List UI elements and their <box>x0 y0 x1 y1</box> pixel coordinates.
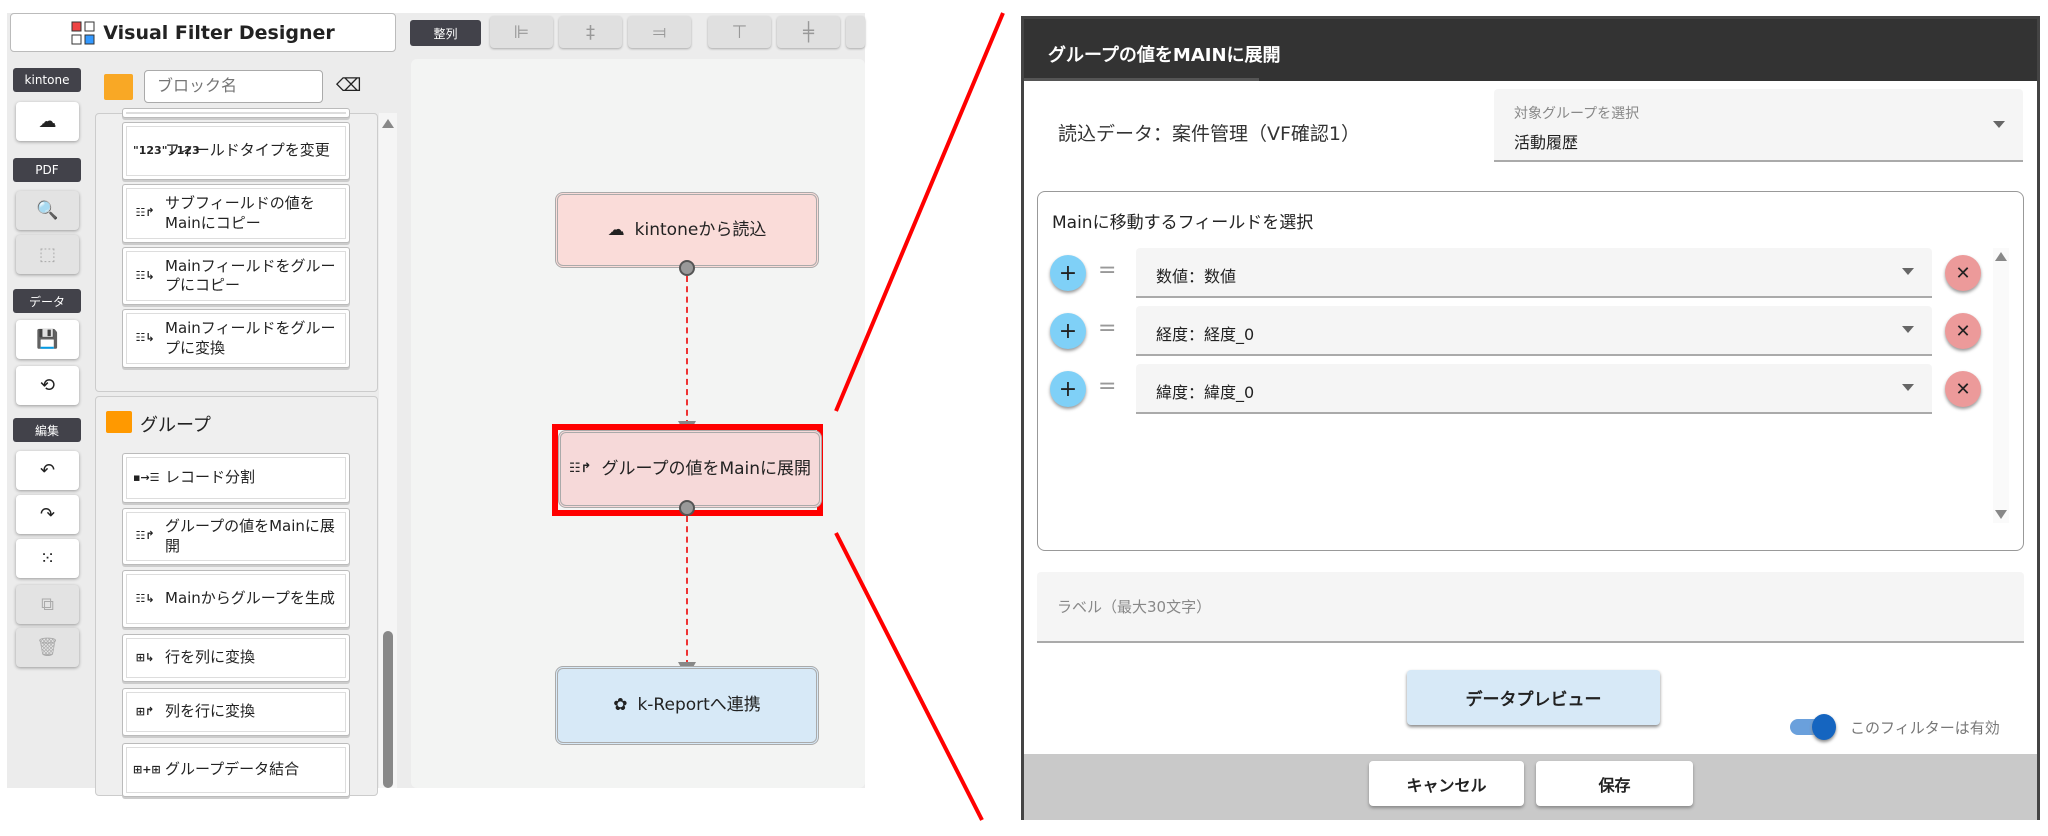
target-group-select[interactable]: 対象グループを選択 活動履歴 <box>1494 89 2023 162</box>
field-select[interactable]: 経度：経度_0 <box>1136 306 1932 356</box>
dropdown-caret-icon <box>1902 326 1914 333</box>
field-select[interactable]: 緯度：緯度_0 <box>1136 364 1932 414</box>
dialog-title: グループの値をMAINに展開 <box>1024 19 2037 81</box>
scroll-up-icon[interactable] <box>1995 252 2007 261</box>
remove-field-button[interactable]: ✕ <box>1945 371 1981 407</box>
dropdown-caret-icon <box>1993 120 2005 128</box>
label-input[interactable]: ラベル（最大30文字） <box>1037 572 2024 643</box>
source-data-label: 読込データ：案件管理（VF確認1） <box>1058 123 1361 145</box>
filter-enabled-toggle[interactable] <box>1790 714 1836 740</box>
fields-title: Mainに移動するフィールドを選択 <box>1052 213 1314 233</box>
fields-scrollbar[interactable] <box>1993 248 2009 523</box>
save-button[interactable]: 保存 <box>1536 761 1693 806</box>
filter-settings-dialog: グループの値をMAINに展開 読込データ：案件管理（VF確認1） 対象グループを… <box>1021 16 2040 820</box>
drag-handle-icon[interactable]: = <box>1098 316 1116 341</box>
field-row: + = 経度：経度_0 ✕ <box>1050 306 1981 356</box>
dropdown-caret-icon <box>1902 384 1914 391</box>
remove-field-button[interactable]: ✕ <box>1945 255 1981 291</box>
field-select[interactable]: 数値：数値 <box>1136 248 1932 298</box>
dialog-footer: キャンセル 保存 <box>1024 754 2037 820</box>
cancel-button[interactable]: キャンセル <box>1369 761 1524 806</box>
callout-line-top <box>834 12 1005 412</box>
filter-enabled-label: このフィルターは有効 <box>1850 719 2000 737</box>
field-row: + = 数値：数値 ✕ <box>1050 248 1981 298</box>
drag-handle-icon[interactable]: = <box>1098 374 1116 399</box>
data-preview-button[interactable]: データプレビュー <box>1407 670 1660 725</box>
field-row: + = 緯度：緯度_0 ✕ <box>1050 364 1981 414</box>
callout-line-bottom <box>834 532 984 821</box>
tab-indicator <box>1024 78 1259 81</box>
add-field-button[interactable]: + <box>1050 313 1086 349</box>
add-field-button[interactable]: + <box>1050 371 1086 407</box>
scroll-down-icon[interactable] <box>1995 510 2007 519</box>
drag-handle-icon[interactable]: = <box>1098 258 1116 283</box>
add-field-button[interactable]: + <box>1050 255 1086 291</box>
remove-field-button[interactable]: ✕ <box>1945 313 1981 349</box>
fields-panel: Mainに移動するフィールドを選択 + = 数値：数値 ✕ + = 経度：経度_0 … <box>1037 191 2024 551</box>
dropdown-caret-icon <box>1902 268 1914 275</box>
